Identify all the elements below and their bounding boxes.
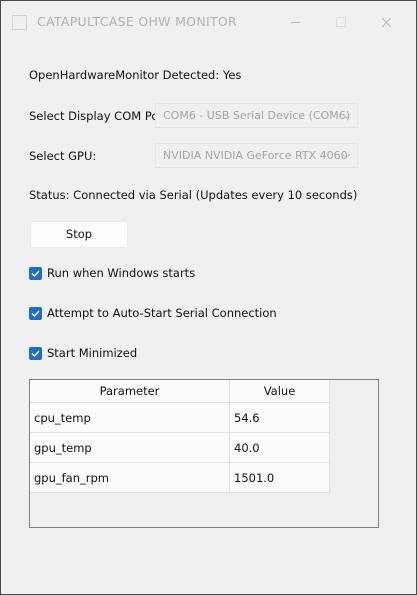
ohm-detected-status: OpenHardwareMonitor Detected: Yes [29, 68, 242, 82]
table-row[interactable]: gpu_fan_rpm 1501.0 [30, 463, 330, 493]
table-cell-parameter: gpu_temp [30, 433, 230, 463]
com-port-label: Select Display COM Port: [29, 109, 172, 123]
sensor-table[interactable]: Parameter Value cpu_temp 54.6 gpu_temp 4… [29, 379, 379, 528]
table-cell-parameter: cpu_temp [30, 403, 230, 433]
stop-button[interactable]: Stop [30, 221, 128, 248]
com-port-value: COM6 - USB Serial Device (COM6) [163, 109, 351, 122]
connection-status: Status: Connected via Serial (Updates ev… [29, 188, 358, 202]
run-on-startup-label: Run when Windows starts [47, 266, 196, 280]
chevron-down-icon [341, 153, 351, 159]
app-window: CATAPULTCASE OHW MONITOR OpenHardwareMon… [0, 0, 417, 595]
maximize-icon [336, 17, 346, 27]
gpu-label: Select GPU: [29, 149, 97, 163]
auto-start-serial-checkbox[interactable] [29, 307, 42, 320]
window-title: CATAPULTCASE OHW MONITOR [37, 14, 238, 29]
app-icon [12, 15, 27, 30]
close-icon [381, 17, 392, 28]
column-header-value[interactable]: Value [230, 380, 330, 403]
title-bar[interactable]: CATAPULTCASE OHW MONITOR [1, 1, 416, 43]
run-on-startup-checkbox[interactable] [29, 267, 42, 280]
maximize-button[interactable] [318, 1, 364, 43]
minimize-button[interactable] [272, 1, 318, 43]
checkmark-icon [31, 350, 40, 358]
table-cell-parameter: gpu_fan_rpm [30, 463, 230, 493]
close-button[interactable] [364, 1, 410, 43]
checkmark-icon [31, 310, 40, 318]
table-cell-value: 40.0 [230, 433, 330, 463]
start-minimized-label: Start Minimized [47, 346, 138, 360]
auto-start-serial-label: Attempt to Auto-Start Serial Connection [47, 306, 277, 320]
table-cell-value: 54.6 [230, 403, 330, 433]
table-cell-value: 1501.0 [230, 463, 330, 493]
checkmark-icon [31, 270, 40, 278]
table-row[interactable]: cpu_temp 54.6 [30, 403, 330, 433]
table-row[interactable]: gpu_temp 40.0 [30, 433, 330, 463]
minimize-icon [291, 22, 300, 23]
gpu-value: NVIDIA NVIDIA GeForce RTX 4060 [163, 149, 348, 162]
chevron-down-icon [341, 113, 351, 119]
column-header-parameter[interactable]: Parameter [30, 380, 230, 403]
com-port-select[interactable]: COM6 - USB Serial Device (COM6) [155, 103, 358, 128]
start-minimized-checkbox[interactable] [29, 347, 42, 360]
gpu-select[interactable]: NVIDIA NVIDIA GeForce RTX 4060 [155, 143, 358, 168]
